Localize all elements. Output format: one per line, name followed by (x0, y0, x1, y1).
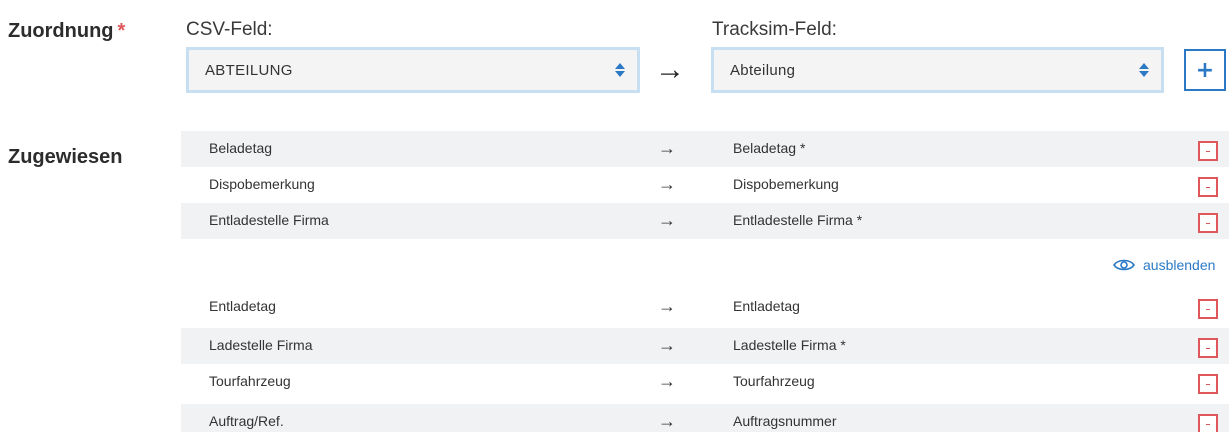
mapping-arrow-icon: → (658, 138, 676, 158)
csv-field-select[interactable]: ABTEILUNG (186, 47, 640, 93)
mapping-row: Entladestelle Firma → Entladestelle Firm… (181, 203, 1229, 239)
tracksim-field-header: Tracksim-Feld: (712, 19, 837, 40)
mapping-source: Auftrag/Ref. (209, 413, 284, 429)
mapping-row: Beladetag → Beladetag * (181, 131, 1229, 167)
remove-mapping-button[interactable] (1198, 414, 1218, 432)
add-mapping-button[interactable]: + (1184, 49, 1226, 91)
mapping-arrow-icon: → (658, 296, 676, 316)
required-asterisk: * (117, 20, 126, 42)
mapping-arrow-icon: → (658, 210, 676, 230)
mapping-target: Ladestelle Firma * (733, 337, 846, 353)
mapping-target: Beladetag * (733, 140, 806, 156)
mapping-target: Entladetag (733, 298, 800, 314)
minus-icon (1206, 308, 1210, 310)
zugewiesen-label: Zugewiesen (8, 146, 123, 168)
hide-toggle-link[interactable]: ausblenden (1113, 257, 1215, 273)
tracksim-field-select[interactable]: Abteilung (711, 47, 1164, 93)
mapping-source: Tourfahrzeug (209, 373, 291, 389)
hide-toggle-label: ausblenden (1143, 257, 1216, 273)
csv-field-select-value: ABTEILUNG (205, 61, 293, 79)
remove-mapping-button[interactable] (1198, 141, 1218, 161)
mapping-source: Entladestelle Firma (209, 212, 329, 228)
mapping-arrow-icon: → (658, 411, 676, 431)
mapping-arrow-icon: → (658, 174, 676, 194)
mapping-row: Auftrag/Ref. → Auftragsnummer (181, 404, 1229, 432)
zuordnung-label: Zuordnung * (8, 20, 125, 43)
minus-icon (1206, 383, 1210, 385)
select-arrows-icon (1131, 50, 1161, 90)
remove-mapping-button[interactable] (1198, 213, 1218, 233)
mapping-target: Dispobemerkung (733, 176, 839, 192)
mapping-source: Ladestelle Firma (209, 337, 313, 353)
mapping-row: Tourfahrzeug → Tourfahrzeug (181, 364, 1229, 400)
eye-icon (1113, 259, 1135, 271)
mapping-row: Ladestelle Firma → Ladestelle Firma * (181, 328, 1229, 364)
remove-mapping-button[interactable] (1198, 177, 1218, 197)
mapping-target: Tourfahrzeug (733, 373, 815, 389)
remove-mapping-button[interactable] (1198, 338, 1218, 358)
mapping-row: Entladetag → Entladetag (181, 289, 1229, 325)
minus-icon (1206, 222, 1210, 224)
mapping-target: Entladestelle Firma * (733, 212, 863, 228)
mapping-arrow-icon: → (655, 53, 685, 86)
mapping-target: Auftragsnummer (733, 413, 837, 429)
remove-mapping-button[interactable] (1198, 374, 1218, 394)
zuordnung-label-text: Zuordnung (8, 20, 114, 42)
mapping-source: Entladetag (209, 298, 276, 314)
minus-icon (1206, 347, 1210, 349)
mapping-source: Dispobemerkung (209, 176, 315, 192)
select-arrows-icon (607, 50, 637, 90)
tracksim-field-select-value: Abteilung (730, 61, 796, 79)
mapping-arrow-icon: → (658, 371, 676, 391)
minus-icon (1206, 150, 1210, 152)
mapping-arrow-icon: → (658, 335, 676, 355)
minus-icon (1206, 423, 1210, 425)
remove-mapping-button[interactable] (1198, 299, 1218, 319)
mapping-row: Dispobemerkung → Dispobemerkung (181, 167, 1229, 203)
minus-icon (1206, 186, 1210, 188)
mapping-source: Beladetag (209, 140, 273, 156)
csv-field-header: CSV-Feld: (186, 19, 273, 40)
